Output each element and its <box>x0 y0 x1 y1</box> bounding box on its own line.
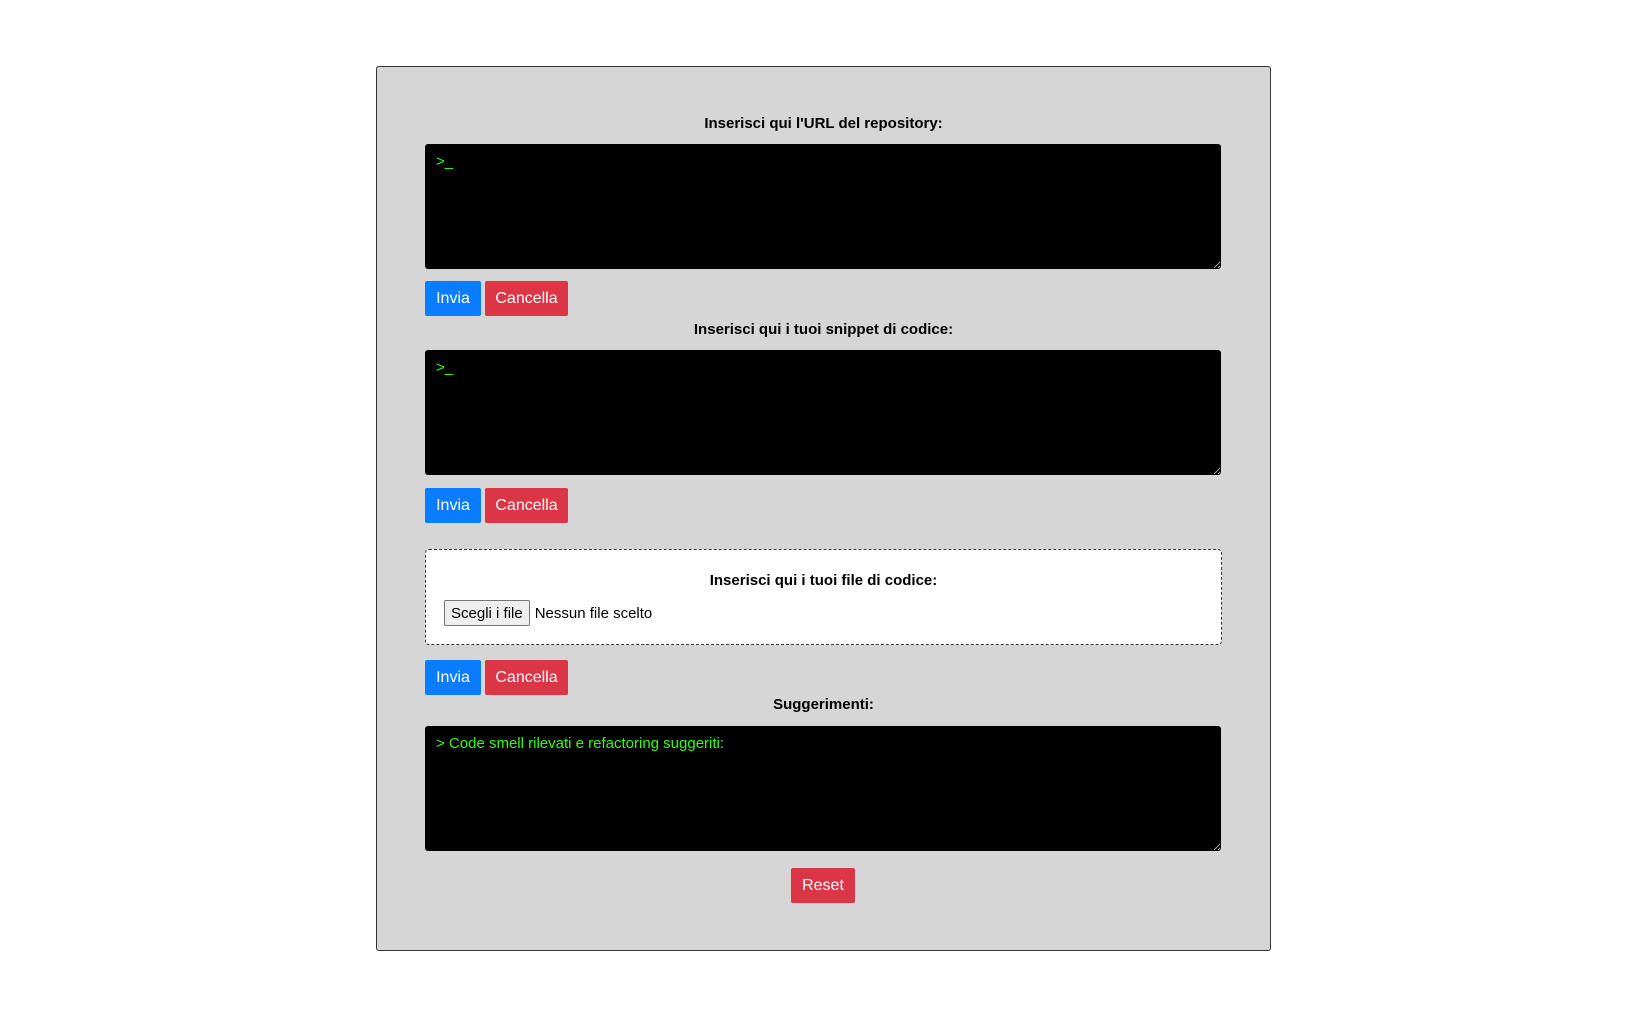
snippet-submit-button[interactable]: Invia <box>425 488 481 523</box>
snippet-clear-button[interactable]: Cancella <box>485 488 568 523</box>
reset-button[interactable]: Reset <box>791 868 855 903</box>
choose-files-button[interactable]: Scegli i file <box>444 600 530 626</box>
repo-submit-button[interactable]: Invia <box>425 281 481 316</box>
repo-url-label: Inserisci qui l'URL del repository: <box>704 115 943 132</box>
file-picker: Scegli i file Nessun file scelto <box>444 600 652 626</box>
main-panel: Inserisci qui l'URL del repository: Invi… <box>376 66 1271 951</box>
file-dropzone[interactable]: Inserisci qui i tuoi file di codice: Sce… <box>425 549 1222 645</box>
repo-url-input[interactable] <box>425 144 1221 269</box>
suggestions-output[interactable] <box>425 726 1221 851</box>
suggestions-label: Suggerimenti: <box>773 696 874 713</box>
snippet-input[interactable] <box>425 350 1221 475</box>
file-submit-button[interactable]: Invia <box>425 660 481 695</box>
file-upload-label: Inserisci qui i tuoi file di codice: <box>709 572 938 589</box>
file-status-text: Nessun file scelto <box>534 604 653 622</box>
repo-clear-button[interactable]: Cancella <box>485 281 568 316</box>
file-clear-button[interactable]: Cancella <box>485 660 568 695</box>
snippet-label: Inserisci qui i tuoi snippet di codice: <box>693 321 954 338</box>
